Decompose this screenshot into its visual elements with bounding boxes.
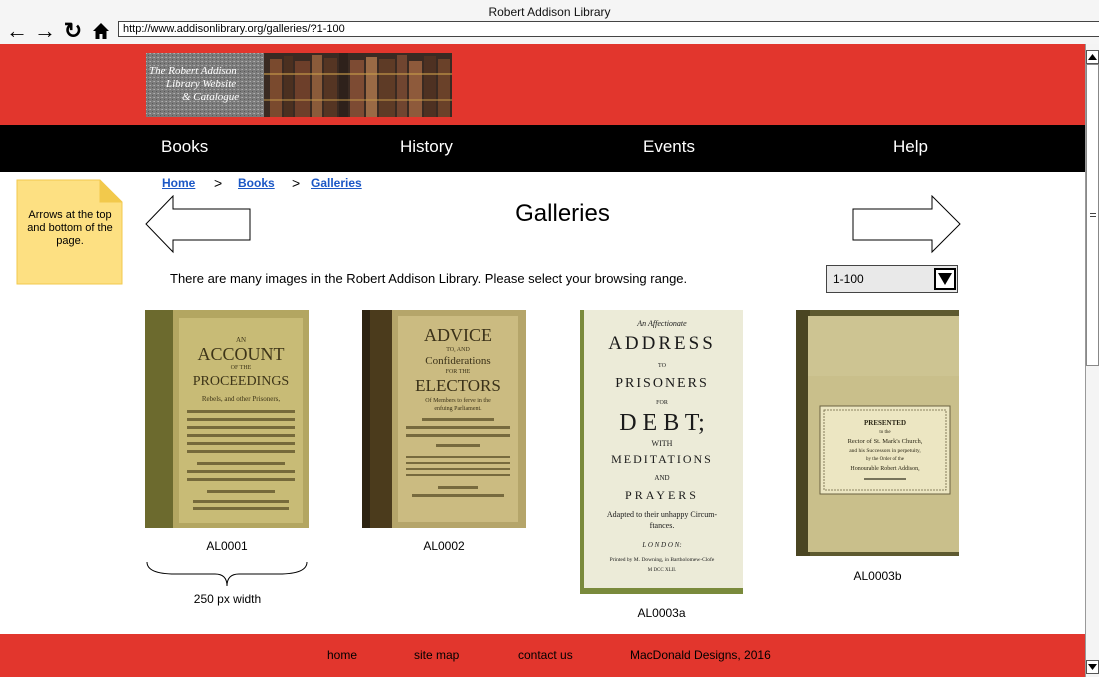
dropdown-arrow-icon[interactable] <box>934 268 956 290</box>
al0003a-line-15: M DCC XLII. <box>648 568 676 573</box>
al0001-line-2: ACCOUNT <box>197 344 284 364</box>
gallery-image-al0003b[interactable]: PRESENTED to the Rector of St. Mark's Ch… <box>796 310 959 556</box>
breadcrumb-separator: > <box>292 175 301 191</box>
al0003a-line-3: TO <box>658 363 667 369</box>
al0001-line-1: AN <box>236 336 246 344</box>
al0003a-line-14: Printed by M. Downing, in Bartholomew-Cl… <box>610 556 715 563</box>
al0002-line-6: Of Members to ferve in the <box>425 397 491 404</box>
caption-al0002: AL0002 <box>423 539 465 553</box>
width-brace-icon <box>145 560 309 595</box>
al0003a-line-13: L O N D O N: <box>641 541 681 549</box>
al0002-line-1: ADVICE <box>424 325 492 345</box>
logo-line-2: Library Website <box>165 78 236 90</box>
gallery-image-al0003a[interactable]: An Affectionate ADDRESS TO PRISONERS FOR… <box>580 310 743 594</box>
al0003a-line-11: Adapted to their unhappy Circum- <box>607 510 718 519</box>
arrow-left-icon[interactable]: ← <box>6 20 28 42</box>
note-text: Arrows at the top and bottom of the page… <box>27 209 113 247</box>
address-bar[interactable]: http://www.addisonlibrary.org/galleries/… <box>118 21 1099 37</box>
al0001-line-3: OF THE <box>231 365 252 371</box>
prev-page-arrow-icon[interactable] <box>145 194 255 260</box>
footer-copyright: MacDonald Designs, 2016 <box>630 648 771 662</box>
footer-link-home[interactable]: home <box>327 648 357 662</box>
al0003a-line-4: PRISONERS <box>615 376 708 391</box>
al0003a-line-9: AND <box>654 474 669 482</box>
al0003a-line-1: An Affectionate <box>636 319 687 328</box>
al0003b-line-6: Honourable Robert Addison, <box>850 466 920 472</box>
logo-line-1: The Robert Addison <box>149 65 237 77</box>
gallery-image-al0001[interactable]: AN ACCOUNT OF THE PROCEEDINGS Rebels, an… <box>145 310 309 528</box>
scroll-down-icon[interactable] <box>1086 660 1099 674</box>
nav-item-history[interactable]: History <box>400 137 453 157</box>
logo-line-3: & Catalogue <box>182 91 239 103</box>
caption-al0003a: AL0003a <box>637 606 686 620</box>
al0001-line-4: PROCEEDINGS <box>193 374 289 389</box>
next-page-arrow-icon[interactable] <box>852 194 962 260</box>
nav-item-help[interactable]: Help <box>893 137 928 157</box>
reload-icon[interactable]: ↻ <box>62 20 84 42</box>
breadcrumb-books[interactable]: Books <box>238 176 275 190</box>
caption-al0003b: AL0003b <box>853 569 902 583</box>
al0003b-line-3: Rector of St. Mark's Church, <box>848 438 923 445</box>
al0002-line-7: enfuing Parliament. <box>434 405 482 412</box>
intro-text: There are many images in the Robert Addi… <box>170 271 688 286</box>
al0003a-line-5: FOR <box>656 400 668 406</box>
site-logo[interactable]: The Robert Addison Library Website & Cat… <box>146 53 452 117</box>
al0002-line-4: FOR THE <box>446 369 471 375</box>
al0003a-line-8: MEDITATIONS <box>611 452 713 466</box>
al0003a-line-6: D E B T; <box>619 410 705 436</box>
footer-link-contact-us[interactable]: contact us <box>518 648 573 662</box>
caption-al0001: AL0001 <box>206 539 248 553</box>
width-label: 250 px width <box>193 592 262 606</box>
arrow-right-icon[interactable]: → <box>34 20 56 42</box>
al0001-line-5: Rebels, and other Prisoners, <box>202 395 281 403</box>
al0002-line-2: TO, AND <box>446 347 470 353</box>
al0002-line-5: ELECTORS <box>415 376 501 395</box>
scroll-up-icon[interactable] <box>1086 50 1099 64</box>
nav-item-books[interactable]: Books <box>161 137 208 157</box>
al0003a-line-10: PRAYERS <box>625 488 699 502</box>
al0003a-line-2: ADDRESS <box>608 333 716 354</box>
breadcrumb-separator: > <box>214 175 223 191</box>
al0003a-line-7: WITH <box>652 439 673 448</box>
window-title: Robert Addison Library <box>488 5 611 19</box>
footer-link-site-map[interactable]: site map <box>414 648 459 662</box>
breadcrumb-galleries[interactable]: Galleries <box>311 176 362 190</box>
al0003b-line-4: and his Successors in perpetuity, <box>849 448 921 454</box>
al0003b-line-2: to the <box>879 430 891 435</box>
nav-item-events[interactable]: Events <box>643 137 695 157</box>
al0003b-line-5: by the Order of the <box>866 457 905 462</box>
al0003a-line-12: ftances. <box>650 521 675 530</box>
range-dropdown-value: 1-100 <box>833 272 864 286</box>
al0002-line-3: Confiderations <box>425 355 490 367</box>
gallery-image-al0002[interactable]: ADVICE TO, AND Confiderations FOR THE EL… <box>362 310 526 528</box>
breadcrumb-home[interactable]: Home <box>162 176 195 190</box>
home-icon[interactable] <box>90 20 112 42</box>
scrollbar-thumb[interactable] <box>1086 64 1099 366</box>
al0003b-line-1: PRESENTED <box>864 419 906 427</box>
page-title: Galleries <box>515 200 610 227</box>
